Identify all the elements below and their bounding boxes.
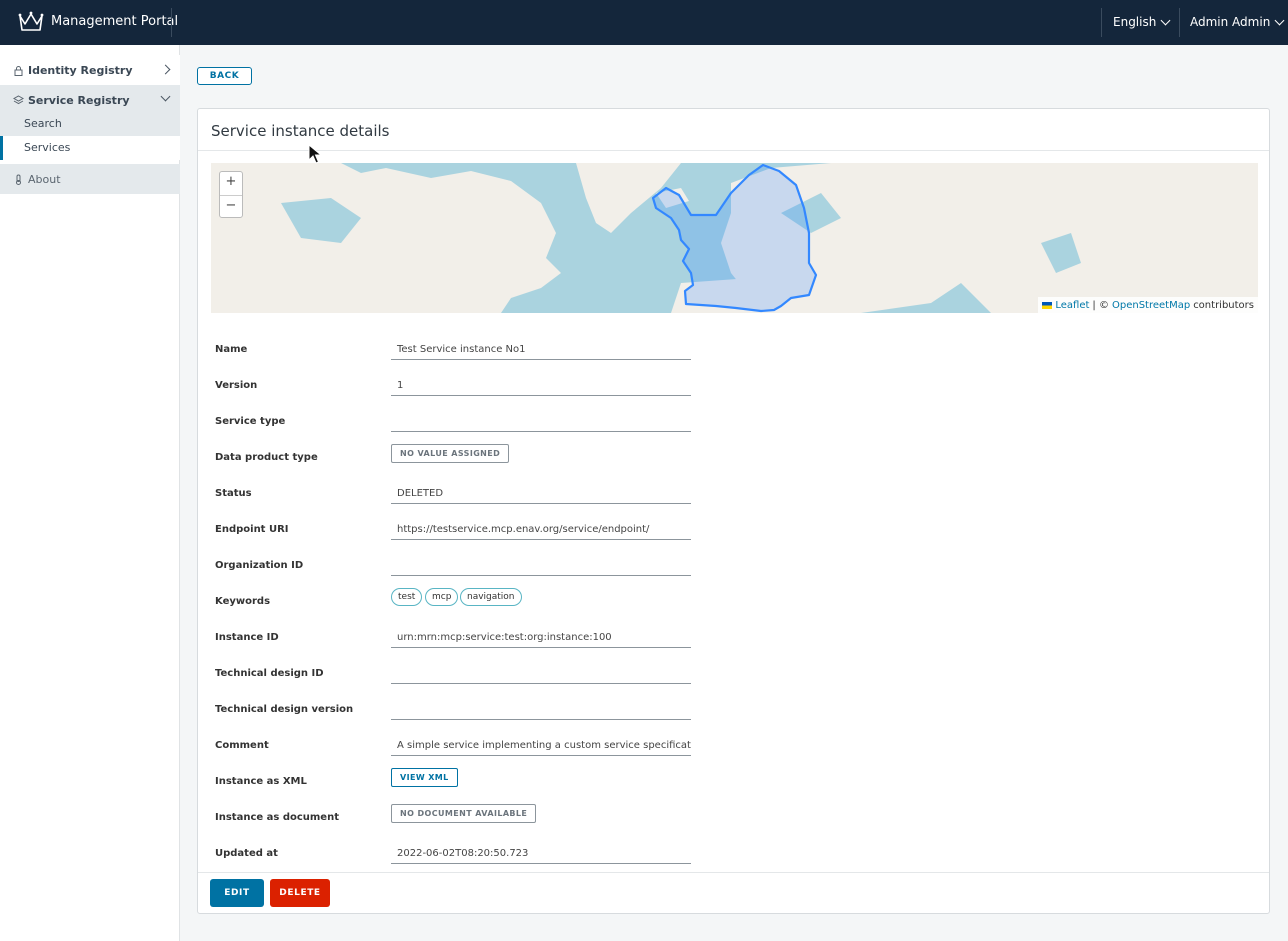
field-label: Instance as document (215, 812, 339, 823)
language-label: English (1113, 15, 1157, 29)
service-instance-card: Service instance details + − Leaflet | ©… (197, 108, 1270, 914)
field-row-organization-id: Organization ID (215, 554, 695, 578)
header-divider (1101, 8, 1102, 37)
field-label: Instance ID (215, 632, 279, 643)
name-field[interactable]: Test Service instance No1 (391, 338, 691, 360)
status-field[interactable]: DELETED (391, 482, 691, 504)
comment-field[interactable]: A simple service implementing a custom s… (391, 734, 691, 756)
sidebar-item-identity-registry[interactable]: Identity Registry (0, 55, 180, 85)
field-label: Instance as XML (215, 776, 307, 787)
top-header: Management Portal English Admin Admin (0, 0, 1288, 45)
sidebar-item-label: Service Registry (28, 93, 130, 107)
field-row-endpoint-uri: Endpoint URI https://testservice.mcp.ena… (215, 518, 695, 542)
leaflet-link[interactable]: Leaflet (1055, 300, 1089, 311)
chevron-down-icon (1160, 15, 1171, 25)
keyword-chip: test (391, 588, 423, 606)
field-row-data-product-type: Data product type NO VALUE ASSIGNED (215, 444, 695, 470)
sidebar-item-search[interactable]: Search (0, 112, 180, 136)
sidebar-item-label: Identity Registry (28, 63, 133, 77)
view-xml-button[interactable]: VIEW XML (391, 768, 458, 787)
no-document-badge: NO DOCUMENT AVAILABLE (391, 804, 537, 823)
back-button[interactable]: BACK (197, 67, 252, 85)
field-row-updated-at: Updated at 2022-06-02T08:20:50.723 (215, 842, 695, 866)
chevron-down-icon (1274, 15, 1285, 25)
sidebar-item-service-registry[interactable]: Service Registry (0, 85, 180, 115)
layers-icon (13, 94, 24, 104)
field-label: Updated at (215, 848, 278, 859)
user-name: Admin Admin (1190, 15, 1271, 29)
field-label: Organization ID (215, 560, 304, 571)
technical-design-id-field[interactable] (391, 662, 691, 684)
endpoint-uri-field[interactable]: https://testservice.mcp.enav.org/service… (391, 518, 691, 540)
field-row-status: Status DELETED (215, 482, 695, 506)
field-row-instance-doc: Instance as document NO DOCUMENT AVAILAB… (215, 804, 695, 830)
card-title: Service instance details (211, 122, 390, 140)
edit-button[interactable]: EDIT (210, 879, 264, 907)
field-label: Service type (215, 416, 286, 427)
mouse-cursor-icon (308, 144, 322, 164)
header-divider (1179, 8, 1180, 37)
service-type-field[interactable] (391, 410, 691, 432)
field-row-service-type: Service type (215, 410, 695, 434)
sidebar-item-services[interactable]: Services (0, 136, 180, 160)
coverage-map[interactable]: + − Leaflet | © OpenStreetMap contributo… (211, 163, 1258, 313)
app-title[interactable]: Management Portal (51, 14, 178, 29)
field-row-instance-xml: Instance as XML VIEW XML (215, 768, 695, 794)
field-row-keywords: Keywords test mcp navigation (215, 588, 695, 614)
sidebar-item-about[interactable]: About (0, 164, 180, 194)
map-attribution: Leaflet | © OpenStreetMap contributors (1038, 297, 1258, 313)
zoom-out-button[interactable]: − (220, 195, 242, 218)
keyword-chip: mcp (425, 588, 459, 606)
sidebar: Identity Registry Service Registry Searc… (0, 45, 180, 941)
attrib-contributors: contributors (1193, 299, 1254, 311)
updated-at-field[interactable]: 2022-06-02T08:20:50.723 (391, 842, 691, 864)
chevron-right-icon (160, 64, 171, 75)
divider (198, 150, 1269, 151)
field-label: Status (215, 488, 252, 499)
technical-design-version-field[interactable] (391, 698, 691, 720)
data-product-type-badge: NO VALUE ASSIGNED (391, 444, 510, 463)
thermometer-icon (16, 174, 21, 185)
field-row-instance-id: Instance ID urn:mrn:mcp:service:test:org… (215, 626, 695, 650)
field-row-name: Name Test Service instance No1 (215, 338, 695, 362)
lock-icon (14, 65, 23, 76)
field-row-technical-design-id: Technical design ID (215, 662, 695, 686)
user-dropdown[interactable]: Admin Admin (1190, 15, 1285, 29)
keyword-chip: navigation (460, 588, 522, 606)
zoom-control: + − (219, 171, 243, 218)
openstreetmap-link[interactable]: OpenStreetMap (1112, 300, 1190, 311)
divider (198, 872, 1269, 873)
field-row-technical-design-version: Technical design version (215, 698, 695, 722)
organization-id-field[interactable] (391, 554, 691, 576)
zoom-in-button[interactable]: + (220, 172, 242, 195)
attrib-separator: | © (1092, 299, 1109, 311)
version-field[interactable]: 1 (391, 374, 691, 396)
field-label: Comment (215, 740, 269, 751)
field-row-version: Version 1 (215, 374, 695, 398)
field-label: Version (215, 380, 258, 391)
field-label: Technical design ID (215, 668, 324, 679)
field-label: Data product type (215, 452, 318, 463)
ukraine-flag-icon (1042, 301, 1053, 309)
field-label: Keywords (215, 596, 271, 607)
chevron-down-icon (160, 91, 171, 102)
language-dropdown[interactable]: English (1113, 15, 1171, 29)
delete-button[interactable]: DELETE (270, 879, 330, 907)
instance-id-field[interactable]: urn:mrn:mcp:service:test:org:instance:10… (391, 626, 691, 648)
field-label: Name (215, 344, 248, 355)
header-divider (171, 8, 172, 37)
map-tiles (211, 163, 1258, 313)
field-row-comment: Comment A simple service implementing a … (215, 734, 695, 758)
field-label: Endpoint URI (215, 524, 289, 535)
sidebar-item-label: About (28, 172, 61, 186)
field-label: Technical design version (215, 704, 354, 715)
crown-logo-icon (18, 11, 44, 31)
